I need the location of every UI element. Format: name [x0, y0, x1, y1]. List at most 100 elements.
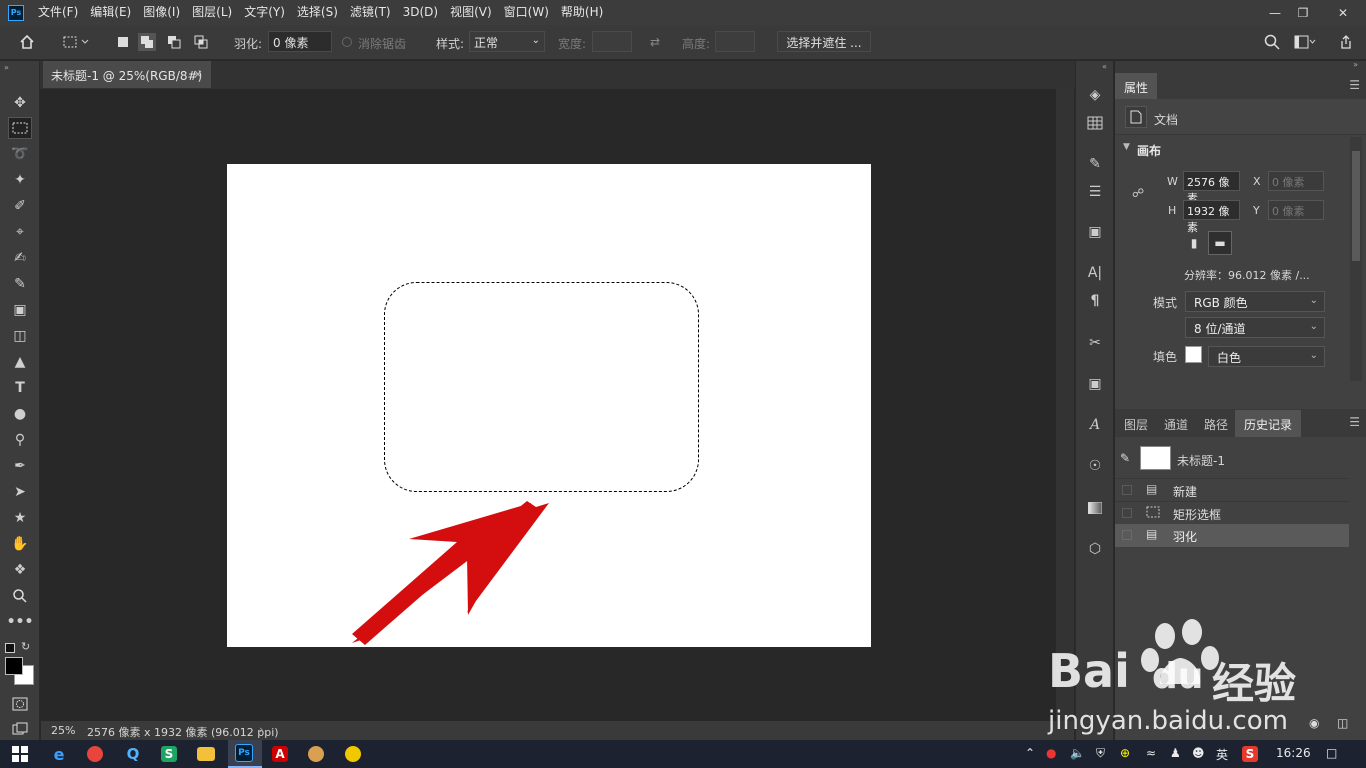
- close-tab-icon[interactable]: ×: [193, 67, 203, 81]
- new-selection-icon[interactable]: [114, 33, 132, 51]
- fill-color-swatch[interactable]: [1185, 346, 1202, 363]
- blur-tool-icon[interactable]: ●: [8, 403, 32, 425]
- eyedropper-tool-icon[interactable]: ✐: [8, 195, 32, 217]
- chevron-right-icon[interactable]: ›: [259, 723, 263, 736]
- taskbar-photoshop-active[interactable]: Ps: [228, 740, 262, 768]
- rotate-view-tool-icon[interactable]: ❖: [8, 559, 32, 581]
- search-icon[interactable]: [1263, 33, 1281, 51]
- history-brush-icon[interactable]: ✎: [1120, 451, 1130, 465]
- zoom-tool-icon[interactable]: [8, 585, 32, 607]
- canvas-y-input[interactable]: 0 像素: [1268, 200, 1324, 220]
- tab-paths[interactable]: 路径: [1195, 410, 1237, 436]
- select-and-mask-button[interactable]: 选择并遮住 ...: [777, 31, 871, 52]
- default-colors-icon[interactable]: [5, 643, 15, 653]
- app-globe-icon[interactable]: [308, 746, 324, 762]
- qq-icon[interactable]: ☻: [1192, 746, 1205, 760]
- marquee-preset-icon[interactable]: [60, 33, 94, 51]
- tray-chevron-up-icon[interactable]: ⌃: [1025, 746, 1035, 760]
- tab-properties[interactable]: 属性: [1115, 73, 1158, 99]
- app-yellow-icon[interactable]: [345, 746, 361, 762]
- file-explorer-icon[interactable]: [197, 747, 215, 761]
- brush-settings-icon[interactable]: ✎: [1084, 153, 1106, 175]
- navigator-icon[interactable]: ▣: [1084, 373, 1106, 395]
- menu-help[interactable]: 帮助(H): [555, 0, 609, 25]
- more-tools-icon[interactable]: •••: [7, 611, 34, 633]
- canvas-x-input[interactable]: 0 像素: [1268, 171, 1324, 191]
- ime-indicator[interactable]: 英: [1216, 746, 1228, 763]
- antialias-checkbox[interactable]: [342, 37, 352, 47]
- collapse-icon[interactable]: «: [1102, 62, 1107, 71]
- security-shield-icon[interactable]: ⛨: [1096, 746, 1105, 761]
- history-checkbox[interactable]: [1122, 508, 1132, 518]
- width-input[interactable]: [592, 31, 632, 52]
- minimize-icon[interactable]: —: [1260, 0, 1290, 25]
- screen-mode-icon[interactable]: [8, 718, 32, 740]
- add-selection-icon[interactable]: [138, 33, 156, 51]
- swap-icon[interactable]: ⇄: [646, 33, 664, 51]
- history-snapshot[interactable]: ✎ 未标题-1: [1115, 441, 1349, 477]
- tray-antivirus-icon[interactable]: ●: [1046, 746, 1056, 760]
- quick-mask-icon[interactable]: [8, 693, 32, 715]
- close-icon[interactable]: ✕: [1325, 0, 1361, 25]
- document-canvas[interactable]: [227, 164, 871, 647]
- portrait-icon[interactable]: ▮: [1184, 233, 1204, 253]
- dodge-tool-icon[interactable]: ⚲: [8, 429, 32, 451]
- menu-edit[interactable]: 编辑(E): [84, 0, 137, 25]
- feather-input[interactable]: 0 像素: [268, 31, 332, 52]
- tab-channels[interactable]: 通道: [1155, 410, 1197, 436]
- menu-filter[interactable]: 滤镜(T): [344, 0, 397, 25]
- bit-depth-select[interactable]: 8 位/通道 ⌄: [1185, 317, 1325, 338]
- adjustments-icon[interactable]: ☰: [1084, 181, 1106, 203]
- fill-select[interactable]: 白色 ⌄: [1208, 346, 1325, 367]
- menu-type[interactable]: 文字(Y): [238, 0, 291, 25]
- intersect-selection-icon[interactable]: [192, 33, 210, 51]
- volume-icon[interactable]: 🔈: [1070, 746, 1085, 760]
- subtract-selection-icon[interactable]: [165, 33, 183, 51]
- notification-icon[interactable]: □: [1326, 746, 1337, 760]
- foreground-color-swatch[interactable]: [5, 657, 23, 675]
- workspace-icon[interactable]: [1293, 33, 1317, 51]
- shape-tool-icon[interactable]: ★: [8, 507, 32, 529]
- crop-tool-icon[interactable]: ⌖: [8, 221, 32, 243]
- adobe-reader-icon[interactable]: A: [272, 746, 288, 762]
- canvas-width-input[interactable]: 2576 像素: [1183, 171, 1240, 205]
- panel-menu-icon[interactable]: ☰: [1349, 415, 1360, 429]
- menu-select[interactable]: 选择(S): [291, 0, 344, 25]
- canvas-height-input[interactable]: 1932 像素: [1183, 200, 1240, 234]
- menu-window[interactable]: 窗口(W): [498, 0, 555, 25]
- share-icon[interactable]: [1337, 33, 1355, 51]
- history-checkbox[interactable]: [1122, 485, 1132, 495]
- healing-brush-tool-icon[interactable]: ✍: [8, 247, 32, 269]
- tab-layers[interactable]: 图层: [1115, 410, 1157, 436]
- windows-start-icon[interactable]: [10, 744, 30, 764]
- menu-3d[interactable]: 3D(D): [397, 0, 444, 25]
- history-item[interactable]: 矩形选框: [1115, 501, 1349, 523]
- height-input[interactable]: [715, 31, 755, 52]
- gradient-icon[interactable]: [1084, 497, 1106, 519]
- glyphs-icon[interactable]: A: [1084, 414, 1106, 436]
- wps-sheet-icon[interactable]: S: [161, 746, 177, 762]
- 3d-cube-icon[interactable]: ⬡: [1084, 538, 1106, 560]
- chevron-down-icon[interactable]: ▼: [1123, 142, 1130, 152]
- brush-tool-icon[interactable]: ✎: [8, 273, 32, 295]
- path-selection-tool-icon[interactable]: ➤: [8, 481, 32, 503]
- chrome-icon[interactable]: [87, 746, 103, 762]
- paint-bucket-tool-icon[interactable]: ▲: [8, 351, 32, 373]
- sogou-icon[interactable]: S: [1242, 746, 1258, 762]
- magic-wand-tool-icon[interactable]: ✦: [8, 169, 32, 191]
- browser-q-icon[interactable]: Q: [123, 744, 143, 764]
- swatches-grid-icon[interactable]: [1084, 112, 1106, 134]
- rectangular-marquee-tool-icon[interactable]: [8, 117, 32, 139]
- type-tool-icon[interactable]: T: [8, 377, 32, 399]
- lasso-tool-icon[interactable]: ➰: [8, 143, 32, 165]
- swap-colors-icon[interactable]: ↻: [21, 640, 30, 653]
- character-icon[interactable]: A|: [1084, 262, 1106, 284]
- color-mode-select[interactable]: RGB 颜色 ⌄: [1185, 291, 1325, 312]
- collapse-icon[interactable]: »: [4, 63, 9, 72]
- document-tab[interactable]: 未标题-1 @ 25%(RGB/8#) ×: [43, 61, 211, 88]
- tool-presets-icon[interactable]: ✂: [1084, 332, 1106, 354]
- menu-image[interactable]: 图像(I): [137, 0, 186, 25]
- learn-bulb-icon[interactable]: ☉: [1084, 455, 1106, 477]
- clone-source-icon[interactable]: ▣: [1084, 221, 1106, 243]
- menu-view[interactable]: 视图(V): [444, 0, 498, 25]
